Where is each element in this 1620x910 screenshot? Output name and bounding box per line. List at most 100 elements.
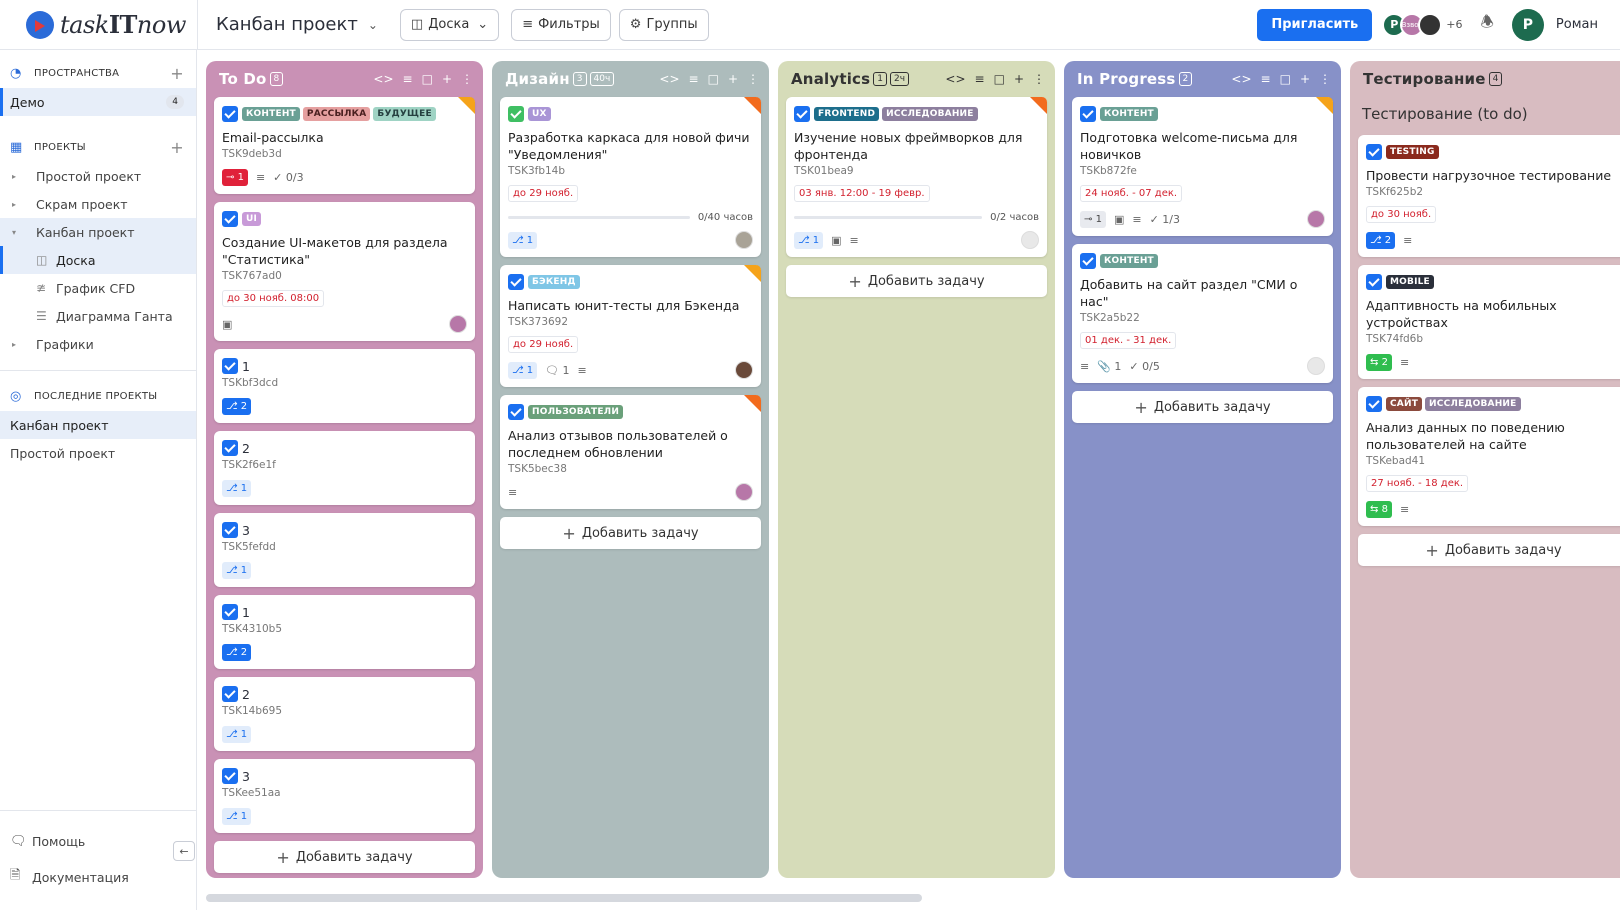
collapse-sidebar-button[interactable]: ← <box>173 841 195 861</box>
calendar-icon: ▣ <box>1113 212 1125 226</box>
checklist: ✓ 0/3 <box>273 170 304 184</box>
logo-text: taskITnow <box>60 10 186 39</box>
copy-icon[interactable]: □ <box>994 72 1005 86</box>
sidebar-item-gantt[interactable]: ☰ Диаграмма Ганта <box>0 302 196 330</box>
column-title[interactable]: To Do <box>219 70 267 88</box>
collapse-icon[interactable]: ≡ <box>403 72 413 86</box>
sidebar-item-charts[interactable]: ▸ Графики <box>0 330 196 358</box>
task-card[interactable]: САЙТ ИССЛЕДОВАНИЕ Анализ данных по поведе… <box>1358 387 1620 526</box>
sidebar-item-recent-kanban[interactable]: Канбан проект <box>0 411 196 439</box>
bell-icon[interactable]: 🕭 <box>1480 12 1493 37</box>
plus-icon[interactable]: + <box>728 72 738 86</box>
user-avatar[interactable]: Р <box>1511 8 1544 41</box>
code-icon[interactable]: <> <box>373 72 393 86</box>
column-title[interactable]: In Progress <box>1077 70 1176 88</box>
code-icon[interactable]: <> <box>1231 72 1251 86</box>
groups-button[interactable]: ⚙ Группы <box>618 8 709 41</box>
collapse-icon[interactable]: ≡ <box>1261 72 1271 86</box>
copy-icon[interactable]: □ <box>1280 72 1291 86</box>
column-actions: <> ≡ □ + ⋮ <box>1231 72 1333 86</box>
recent-header-label: ПОСЛЕДНИЕ ПРОЕКТЫ <box>34 390 158 402</box>
sidebar-item-label: Простой проект <box>36 168 142 184</box>
progress-bar <box>794 216 983 219</box>
subtasks-badge: ⎇ 1 <box>508 231 538 249</box>
task-title: Изучение новых фреймворков для фронтенда <box>794 130 1023 162</box>
time-progress: 0/40 часов <box>508 212 753 223</box>
column-actions: <> ≡ □ + ⋮ <box>659 72 761 86</box>
column-title[interactable]: Analytics <box>791 70 870 88</box>
code-icon[interactable]: <> <box>659 72 679 86</box>
sidebar-item-board[interactable]: ◫ Доска <box>0 246 196 274</box>
task-card[interactable]: БЭКЕНД Написать юнит-тесты для Бэкенда T… <box>500 265 761 387</box>
tag: САЙТ <box>1386 397 1423 411</box>
task-id: TSK9deb3d <box>222 148 282 160</box>
more-vertical-icon[interactable]: ⋮ <box>1033 72 1045 86</box>
task-card[interactable]: 3 TSK5fefdd ⎇ 1 <box>214 513 475 587</box>
add-task-button[interactable]: + Добавить задачу <box>500 517 761 549</box>
sidebar-item-kanban-project[interactable]: ▾ Канбан проект <box>0 218 196 246</box>
chevron-right-icon: ▸ <box>12 339 17 349</box>
horizontal-scrollbar[interactable] <box>206 894 922 902</box>
add-task-button[interactable]: + Добавить задачу <box>1358 534 1620 566</box>
task-card[interactable]: КОНТЕНТ Добавить на сайт раздел "СМИ о н… <box>1072 244 1333 383</box>
task-card[interactable]: 2 TSK2f6e1f ⎇ 1 <box>214 431 475 505</box>
add-task-button[interactable]: + Добавить задачу <box>786 265 1047 297</box>
members-avatars[interactable]: Р Взвол <box>1382 12 1443 37</box>
add-space-button[interactable]: + <box>170 64 184 83</box>
task-card[interactable]: TESTING Провести нагрузочное тестировани… <box>1358 135 1620 257</box>
task-id: TSKf625b2 <box>1366 186 1424 198</box>
user-name[interactable]: Роман <box>1556 17 1598 32</box>
task-card[interactable]: UX Разработка каркаса для новой фичи "Ув… <box>500 97 761 257</box>
more-users-count[interactable]: +6 <box>1446 18 1462 31</box>
column-title[interactable]: Дизайн <box>505 70 570 88</box>
sidebar-item-cfd[interactable]: ≇ График CFD <box>0 274 196 302</box>
column-header: Тестирование 4 <box>1358 61 1619 97</box>
subcolumn-title: Тестирование (to do) <box>1362 105 1528 123</box>
task-card[interactable]: 1 TSKbf3dcd ⎇ 2 <box>214 349 475 423</box>
task-card[interactable]: MOBILE Адаптивность на мобильных устройс… <box>1358 265 1620 379</box>
chevron-right-icon: ▸ <box>12 199 17 209</box>
project-title-dropdown[interactable]: Канбан проект ⌄ <box>216 14 378 35</box>
task-id: TSK4310b5 <box>222 623 283 635</box>
sidebar-item-scrum-project[interactable]: ▸ Скрам проект <box>0 190 196 218</box>
add-task-button[interactable]: + Добавить задачу <box>214 841 475 873</box>
view-select-button[interactable]: ◫ Доска ⌄ <box>399 8 500 41</box>
task-card[interactable]: КОНТЕНТ Подготовка welcome-письма для но… <box>1072 97 1333 236</box>
copy-icon[interactable]: □ <box>422 72 433 86</box>
column-title[interactable]: Тестирование <box>1363 70 1486 88</box>
logo[interactable]: taskITnow <box>0 0 198 50</box>
collapse-icon[interactable]: ≡ <box>689 72 699 86</box>
sidebar-item-simple-project[interactable]: ▸ Простой проект <box>0 162 196 190</box>
add-project-button[interactable]: + <box>170 138 184 157</box>
docs-link[interactable]: 🗎 Документация <box>0 859 197 895</box>
view-select-label: Доска <box>428 17 470 32</box>
more-vertical-icon[interactable]: ⋮ <box>1319 72 1331 86</box>
task-card[interactable]: FRONTEND ИССЛЕДОВАНИЕ Изучение новых фрей… <box>786 97 1047 257</box>
invite-button[interactable]: Пригласить <box>1257 8 1373 41</box>
collapse-icon[interactable]: ≡ <box>975 72 985 86</box>
add-task-button[interactable]: + Добавить задачу <box>1072 391 1333 423</box>
copy-icon[interactable]: □ <box>708 72 719 86</box>
more-vertical-icon[interactable]: ⋮ <box>747 72 759 86</box>
plus-icon[interactable]: + <box>1300 72 1310 86</box>
sidebar-item-recent-simple[interactable]: Простой проект <box>0 439 196 467</box>
more-vertical-icon[interactable]: ⋮ <box>461 72 473 86</box>
filters-button[interactable]: ≡ Фильтры <box>511 8 611 41</box>
subtasks-badge: ⎇ 1 <box>222 479 252 497</box>
task-card[interactable]: 3 TSKee51aa ⎇ 1 <box>214 759 475 833</box>
help-link[interactable]: 🗨 Помощь <box>0 823 197 859</box>
task-id: TSKee51aa <box>222 787 281 799</box>
task-card[interactable]: 2 TSK14b695 ⎇ 1 <box>214 677 475 751</box>
attachments: 📎 1 <box>1097 359 1122 373</box>
task-card[interactable]: КОНТЕНТ РАССЫЛКА БУДУЩЕЕ Email-рассылка TS… <box>214 97 475 194</box>
grid-icon: ▦ <box>10 139 23 155</box>
task-card[interactable]: 1 TSK4310b5 ⎇ 2 <box>214 595 475 669</box>
task-card[interactable]: ПОЛЬЗОВАТЕЛИ Анализ отзывов пользователе… <box>500 395 761 509</box>
project-title: Канбан проект <box>216 14 358 35</box>
sidebar-item-demo[interactable]: Демо 4 <box>0 88 196 116</box>
plus-icon[interactable]: + <box>442 72 452 86</box>
code-icon[interactable]: <> <box>945 72 965 86</box>
task-card[interactable]: UI Создание UI-макетов для раздела "Стат… <box>214 202 475 341</box>
plus-icon[interactable]: + <box>1014 72 1024 86</box>
description-icon: ≡ <box>1399 502 1410 516</box>
